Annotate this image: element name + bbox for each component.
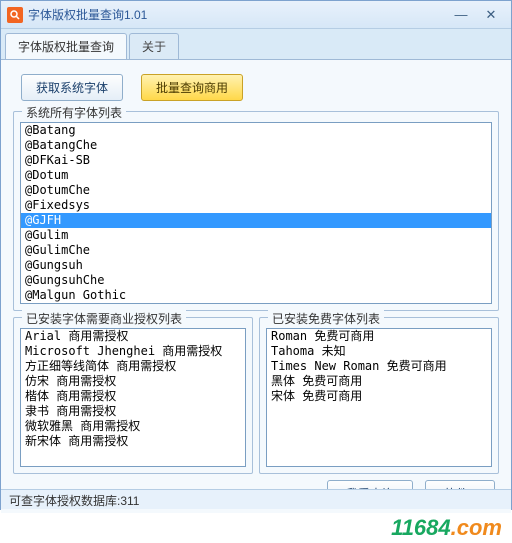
group-all-fonts: 系统所有字体列表 @Batang@BatangChe@DFKai-SB@Dotu… [13, 111, 499, 311]
list-item[interactable]: Roman 免费可商用 [267, 329, 491, 344]
list-item[interactable]: @GulimChe [21, 243, 491, 258]
group-free-fonts-label: 已安装免费字体列表 [268, 310, 384, 327]
list-item[interactable]: @GungsuhChe [21, 273, 491, 288]
tab-about[interactable]: 关于 [129, 33, 179, 59]
list-item[interactable]: 仿宋 商用需授权 [21, 374, 245, 389]
list-item[interactable]: 宋体 免费可商用 [267, 389, 491, 404]
free-fonts-listbox[interactable]: Roman 免费可商用Tahoma 未知Times New Roman 免费可商… [266, 328, 492, 467]
watermark-suffix: .com [451, 515, 502, 540]
window-title: 字体版权批量查询1.01 [28, 6, 447, 23]
list-item[interactable]: @GJFH [21, 213, 491, 228]
group-need-license-label: 已安装字体需要商业授权列表 [22, 310, 186, 327]
minimize-button[interactable]: — [447, 6, 475, 24]
close-button[interactable]: ✕ [477, 6, 505, 24]
list-item[interactable]: Arial 商用需授权 [21, 329, 245, 344]
list-item[interactable]: Microsoft Jhenghei 商用需授权 [21, 344, 245, 359]
get-system-fonts-button[interactable]: 获取系统字体 [21, 74, 123, 101]
app-icon [7, 7, 23, 23]
content-area: 获取系统字体 批量查询商用 系统所有字体列表 @Batang@BatangChe… [1, 60, 511, 513]
window-controls: — ✕ [447, 6, 505, 24]
list-item[interactable]: 新宋体 商用需授权 [21, 434, 245, 449]
status-bar: 可查字体授权数据库:311 [1, 489, 511, 509]
list-item[interactable]: 方正细等线简体 商用需授权 [21, 359, 245, 374]
list-item[interactable]: 微软雅黑 商用需授权 [21, 419, 245, 434]
list-item[interactable]: @Malgun Gothic [21, 288, 491, 303]
list-item[interactable]: 隶书 商用需授权 [21, 404, 245, 419]
list-item[interactable]: @DotumChe [21, 183, 491, 198]
status-text: 可查字体授权数据库:311 [9, 494, 139, 508]
list-item[interactable]: Times New Roman 免费可商用 [267, 359, 491, 374]
bottom-columns: 已安装字体需要商业授权列表 Arial 商用需授权Microsoft Jheng… [13, 317, 499, 474]
list-item[interactable]: @Fixedsys [21, 198, 491, 213]
list-item[interactable]: Tahoma 未知 [267, 344, 491, 359]
titlebar: 字体版权批量查询1.01 — ✕ [1, 1, 511, 29]
tab-main[interactable]: 字体版权批量查询 [5, 33, 127, 59]
watermark: 11684.com [391, 515, 502, 541]
group-all-fonts-label: 系统所有字体列表 [22, 104, 126, 121]
tab-bar: 字体版权批量查询 关于 [1, 29, 511, 60]
list-item[interactable]: @Gulim [21, 228, 491, 243]
need-license-listbox[interactable]: Arial 商用需授权Microsoft Jhenghei 商用需授权方正细等线… [20, 328, 246, 467]
list-item[interactable]: @Dotum [21, 168, 491, 183]
list-item[interactable]: @Batang [21, 123, 491, 138]
list-item[interactable]: @Gungsuh [21, 258, 491, 273]
group-free-fonts: 已安装免费字体列表 Roman 免费可商用Tahoma 未知Times New … [259, 317, 499, 474]
watermark-text: 11684 [391, 515, 451, 540]
list-item[interactable]: @BatangChe [21, 138, 491, 153]
list-item[interactable]: @DFKai-SB [21, 153, 491, 168]
group-need-license: 已安装字体需要商业授权列表 Arial 商用需授权Microsoft Jheng… [13, 317, 253, 474]
all-fonts-listbox[interactable]: @Batang@BatangChe@DFKai-SB@Dotum@DotumCh… [20, 122, 492, 304]
batch-query-button[interactable]: 批量查询商用 [141, 74, 243, 101]
app-window: 字体版权批量查询1.01 — ✕ 字体版权批量查询 关于 获取系统字体 批量查询… [0, 0, 512, 510]
list-item[interactable]: 黑体 免费可商用 [267, 374, 491, 389]
list-item[interactable]: 楷体 商用需授权 [21, 389, 245, 404]
